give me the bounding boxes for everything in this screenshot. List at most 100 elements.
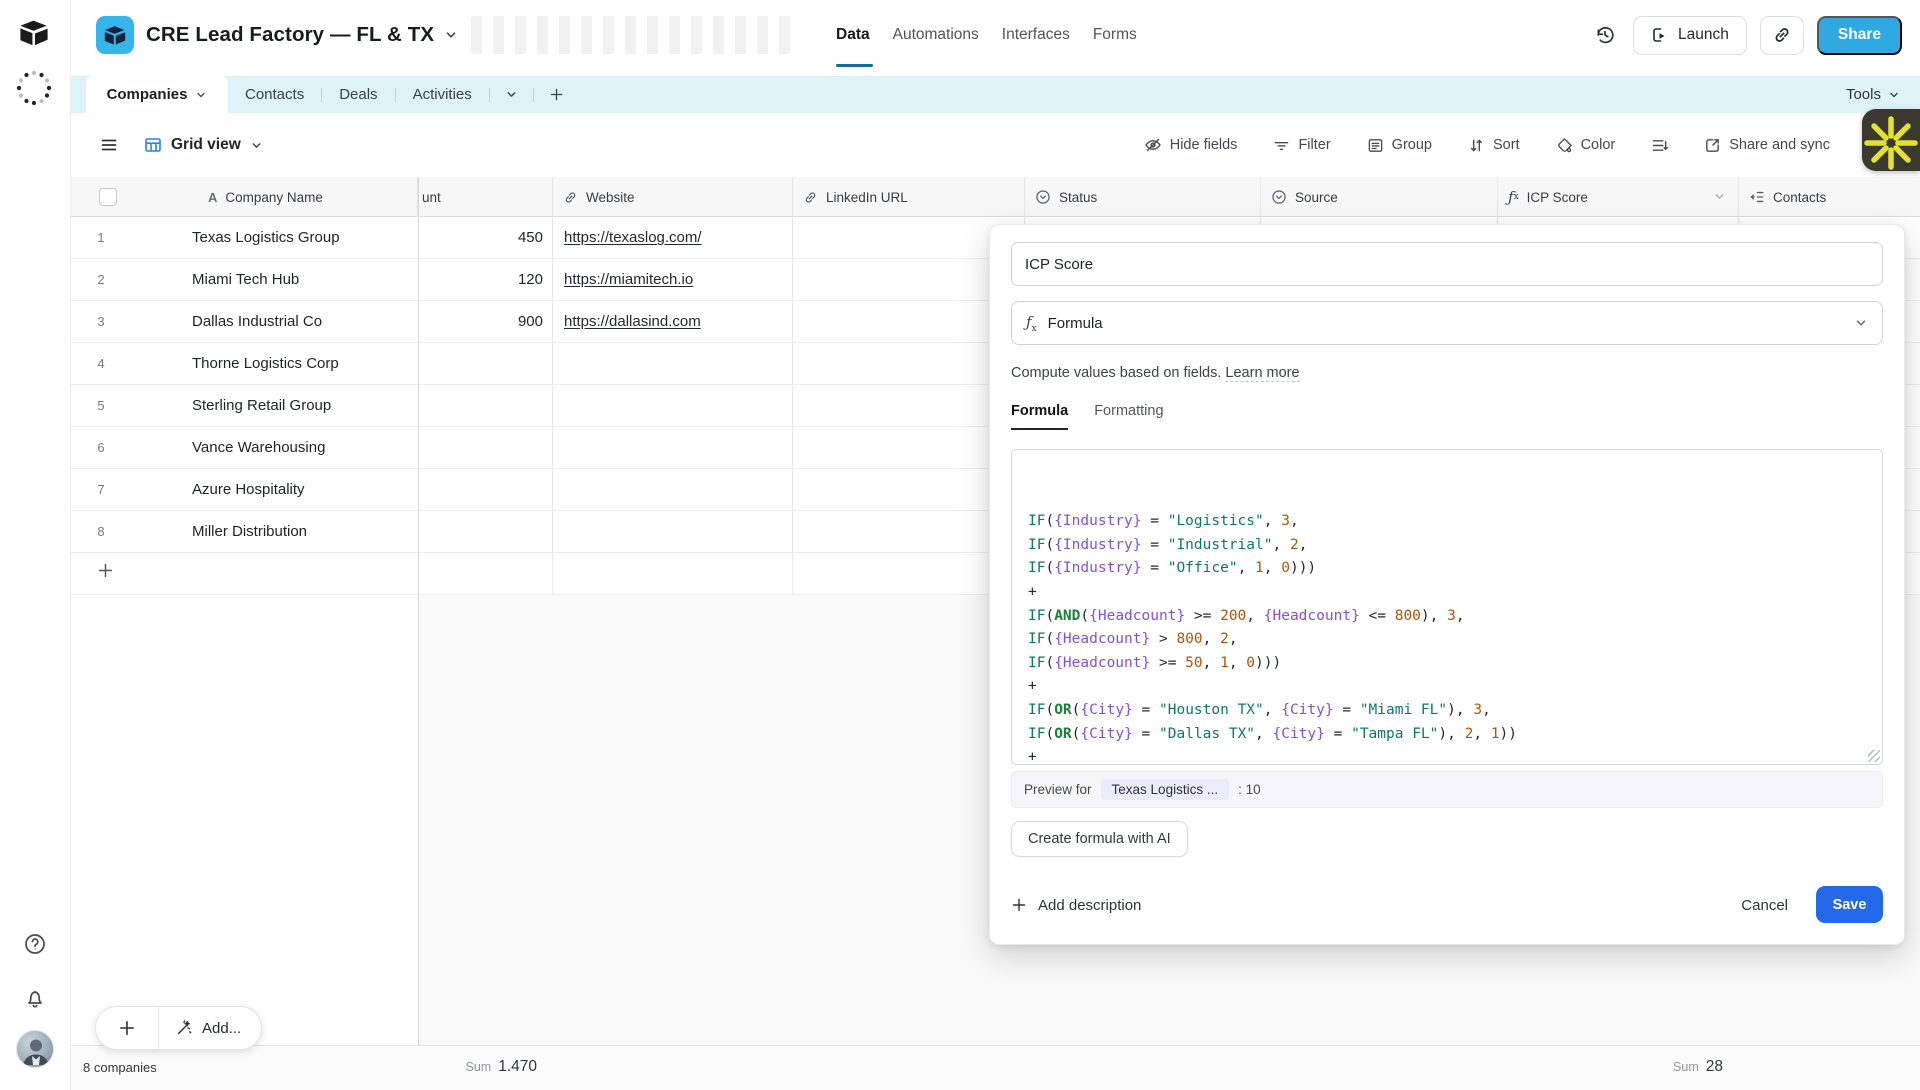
copy-link-icon[interactable]: [1760, 16, 1804, 55]
headcount-cell[interactable]: [418, 469, 553, 511]
website-cell[interactable]: https://miamitech.io: [553, 259, 793, 301]
tab-formula[interactable]: Formula: [1011, 403, 1068, 430]
website-cell[interactable]: [553, 511, 793, 553]
add-description-button[interactable]: Add description: [1011, 887, 1141, 923]
website-cell[interactable]: [553, 427, 793, 469]
base-icon[interactable]: [96, 16, 134, 54]
table-list-chevron-icon[interactable]: [490, 88, 533, 101]
field-config-popup: ƒx Formula Compute values based on field…: [989, 224, 1905, 945]
tab-companies-label: Companies: [107, 86, 188, 103]
website-cell[interactable]: [553, 385, 793, 427]
column-header-contacts[interactable]: Contacts: [1739, 177, 1920, 217]
tab-deals[interactable]: Deals: [322, 86, 394, 103]
website-link[interactable]: https://texaslog.com/: [564, 229, 702, 246]
top-bar: CRE Lead Factory — FL & TX Data Automati…: [71, 0, 1920, 76]
field-type-select[interactable]: ƒx Formula: [1011, 301, 1883, 345]
primary-cell[interactable]: 7 Azure Hospitality: [71, 469, 418, 511]
learn-more-link[interactable]: Learn more: [1225, 365, 1299, 382]
base-title[interactable]: CRE Lead Factory — FL & TX: [146, 0, 458, 70]
tab-companies[interactable]: Companies: [86, 76, 228, 113]
primary-cell[interactable]: 6 Vance Warehousing: [71, 427, 418, 469]
nav-tab-interfaces[interactable]: Interfaces: [1002, 26, 1070, 44]
top-nav: Data Automations Interfaces Forms: [836, 0, 1137, 70]
headcount-cell[interactable]: 900: [418, 301, 553, 343]
add-with-ai-button[interactable]: Add...: [159, 1007, 261, 1049]
tab-contacts[interactable]: Contacts: [228, 86, 321, 103]
add-table-plus-icon[interactable]: [534, 87, 579, 102]
headcount-summary[interactable]: Sum 1.470: [418, 1058, 545, 1076]
primary-cell[interactable]: 5 Sterling Retail Group: [71, 385, 418, 427]
column-header-source[interactable]: Source: [1261, 177, 1498, 217]
field-menu-chevron-icon[interactable]: [1713, 190, 1726, 203]
url-link-icon: [563, 190, 578, 205]
magic-wand-icon: [175, 1019, 193, 1037]
primary-cell[interactable]: 1 Texas Logistics Group: [71, 217, 418, 259]
website-cell[interactable]: https://dallasind.com: [553, 301, 793, 343]
website-link[interactable]: https://miamitech.io: [564, 271, 693, 288]
tab-activities[interactable]: Activities: [396, 86, 489, 103]
nav-tab-automations[interactable]: Automations: [893, 26, 979, 44]
primary-cell[interactable]: 3 Dallas Industrial Co: [71, 301, 418, 343]
primary-cell[interactable]: 8 Miller Distribution: [71, 511, 418, 553]
column-header-company-name[interactable]: A Company Name: [71, 177, 418, 217]
filter-button[interactable]: Filter: [1273, 137, 1330, 154]
row-number: 2: [71, 272, 131, 287]
notifications-bell-icon[interactable]: [23, 986, 47, 1010]
tab-formatting[interactable]: Formatting: [1094, 403, 1163, 430]
column-header-website[interactable]: Website: [553, 177, 793, 217]
headcount-cell[interactable]: [418, 511, 553, 553]
tools-menu[interactable]: Tools: [1846, 76, 1900, 113]
hide-fields-button[interactable]: Hide fields: [1144, 136, 1238, 154]
nav-tab-data[interactable]: Data: [836, 26, 870, 44]
share-and-sync-button[interactable]: Share and sync: [1704, 137, 1830, 154]
help-icon[interactable]: [23, 932, 47, 956]
view-sidebar-toggle-icon[interactable]: [100, 136, 118, 154]
formula-icon: ƒx: [1026, 313, 1037, 334]
create-formula-with-ai-button[interactable]: Create formula with AI: [1011, 821, 1188, 857]
color-button[interactable]: Color: [1556, 137, 1616, 154]
extension-starburst-icon[interactable]: [1862, 109, 1920, 171]
nav-tab-forms[interactable]: Forms: [1093, 26, 1137, 44]
row-number: 8: [71, 524, 131, 539]
history-icon[interactable]: [1590, 18, 1620, 52]
view-switcher[interactable]: Grid view: [144, 136, 263, 154]
resize-grip-icon[interactable]: [1868, 750, 1880, 762]
share-button[interactable]: Share: [1817, 16, 1902, 55]
column-header-linkedin-url[interactable]: LinkedIn URL: [793, 177, 1025, 217]
add-record-pill: Add...: [95, 1006, 262, 1050]
column-header-headcount-clipped[interactable]: unt: [418, 177, 553, 217]
save-button[interactable]: Save: [1816, 886, 1883, 923]
add-record-plus-button[interactable]: [96, 1007, 158, 1049]
website-cell[interactable]: https://texaslog.com/: [553, 217, 793, 259]
sort-button[interactable]: Sort: [1468, 137, 1520, 154]
airtable-logo-icon[interactable]: [18, 19, 50, 47]
headcount-cell[interactable]: 120: [418, 259, 553, 301]
headcount-cell[interactable]: 450: [418, 217, 553, 259]
row-height-icon[interactable]: [1651, 137, 1668, 154]
website-cell[interactable]: [553, 469, 793, 511]
launch-button[interactable]: Launch: [1633, 16, 1747, 55]
preview-record-pill[interactable]: Texas Logistics ...: [1101, 779, 1230, 800]
primary-cell[interactable]: 4 Thorne Logistics Corp: [71, 343, 418, 385]
cancel-button[interactable]: Cancel: [1741, 887, 1788, 923]
user-avatar[interactable]: [16, 1030, 54, 1068]
formula-editor[interactable]: IF({Industry} = "Logistics", 3,IF({Indus…: [1011, 449, 1883, 765]
column-header-icp-score[interactable]: ƒx ICP Score: [1498, 177, 1739, 217]
single-line-text-icon: A: [208, 190, 217, 205]
column-header-status[interactable]: Status: [1025, 177, 1261, 217]
website-link[interactable]: https://dallasind.com: [564, 313, 701, 330]
headcount-cell[interactable]: [418, 343, 553, 385]
icp-score-summary[interactable]: Sum 28: [1498, 1058, 1739, 1076]
formula-preview: Preview for Texas Logistics ... : 10: [1011, 771, 1883, 808]
select-all-checkbox[interactable]: [99, 188, 117, 206]
website-cell[interactable]: [553, 343, 793, 385]
row-number: 5: [71, 398, 131, 413]
preview-result: : 10: [1238, 782, 1261, 797]
group-button[interactable]: Group: [1367, 137, 1432, 154]
launch-label: Launch: [1678, 26, 1729, 44]
headcount-cell[interactable]: [418, 427, 553, 469]
field-name-input[interactable]: [1011, 242, 1883, 286]
primary-cell[interactable]: 2 Miami Tech Hub: [71, 259, 418, 301]
headcount-cell[interactable]: [418, 385, 553, 427]
record-count: 8 companies: [83, 1060, 157, 1075]
